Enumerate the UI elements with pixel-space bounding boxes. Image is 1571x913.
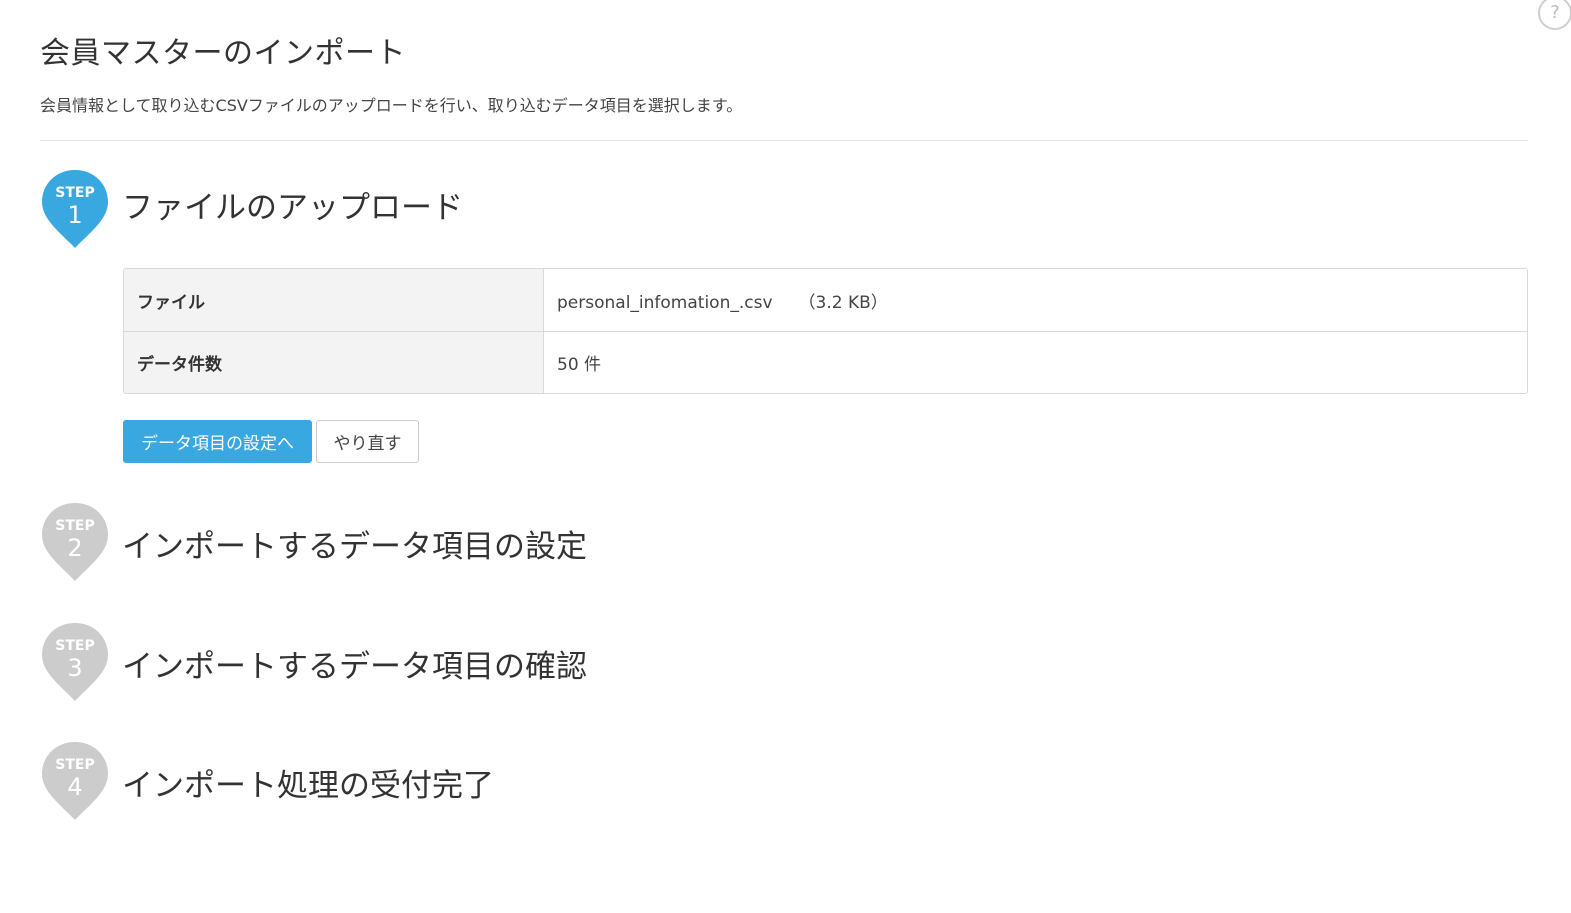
help-button[interactable]: ? — [1538, 0, 1571, 30]
step-3-title: インポートするデータ項目の確認 — [122, 649, 587, 685]
count-label: データ件数 — [124, 331, 544, 393]
step-2-badge-label: STEP — [55, 518, 94, 534]
redo-button[interactable]: やり直す — [316, 420, 419, 463]
table-row: データ件数 50 件 — [124, 331, 1527, 393]
file-size: （3.2 KB） — [798, 292, 888, 313]
step-4-title: インポート処理の受付完了 — [122, 768, 494, 804]
file-label: ファイル — [124, 269, 544, 331]
upload-info-table: ファイル personal_infomation_.csv （3.2 KB） デー… — [123, 268, 1528, 394]
step-2-title: インポートするデータ項目の設定 — [122, 529, 587, 565]
step-2-badge-number: 2 — [67, 534, 82, 562]
step-3-badge-icon: STEP 3 — [40, 621, 110, 703]
table-row: ファイル personal_infomation_.csv （3.2 KB） — [124, 269, 1527, 331]
import-page: ? 会員マスターのインポート 会員情報として取り込むCSVファイルのアップロード… — [0, 0, 1571, 913]
help-icon: ? — [1550, 2, 1560, 23]
step-4-badge-icon: STEP 4 — [40, 740, 110, 822]
step-1-badge-icon: STEP 1 — [40, 168, 110, 250]
page-description: 会員情報として取り込むCSVファイルのアップロードを行い、取り込むデータ項目を選… — [40, 96, 743, 115]
step-1-title: ファイルのアップロード — [122, 190, 463, 226]
next-to-field-settings-button[interactable]: データ項目の設定へ — [123, 420, 312, 463]
step-4-badge-number: 4 — [67, 773, 82, 801]
step-1-badge-number: 1 — [67, 201, 82, 229]
step-4-badge-label: STEP — [55, 757, 94, 773]
header-divider — [40, 140, 1528, 141]
count-value: 50 件 — [544, 331, 1527, 393]
file-name: personal_infomation_.csv — [557, 292, 773, 313]
step-3-badge-number: 3 — [67, 654, 82, 682]
page-title: 会員マスターのインポート — [40, 36, 406, 71]
file-value: personal_infomation_.csv （3.2 KB） — [544, 269, 1527, 331]
step-2-badge-icon: STEP 2 — [40, 501, 110, 583]
step-3-badge-label: STEP — [55, 638, 94, 654]
step-1-badge-label: STEP — [55, 185, 94, 201]
